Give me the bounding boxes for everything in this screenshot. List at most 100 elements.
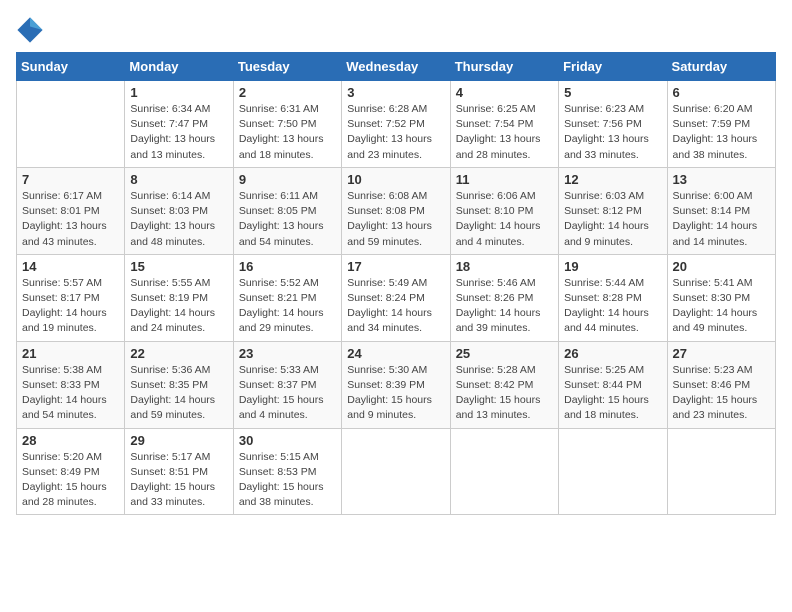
day-info: Sunrise: 5:23 AM Sunset: 8:46 PM Dayligh… (673, 363, 770, 424)
day-cell (342, 428, 450, 515)
day-cell: 24 Sunrise: 5:30 AM Sunset: 8:39 PM Dayli… (342, 341, 450, 428)
week-row-5: 28 Sunrise: 5:20 AM Sunset: 8:49 PM Dayli… (17, 428, 776, 515)
day-info: Sunrise: 5:49 AM Sunset: 8:24 PM Dayligh… (347, 276, 444, 337)
day-cell: 30 Sunrise: 5:15 AM Sunset: 8:53 PM Dayli… (233, 428, 341, 515)
day-cell: 28 Sunrise: 5:20 AM Sunset: 8:49 PM Dayli… (17, 428, 125, 515)
logo (16, 16, 48, 44)
calendar-header: SundayMondayTuesdayWednesdayThursdayFrid… (17, 53, 776, 81)
day-number: 30 (239, 433, 336, 448)
header-day-sunday: Sunday (17, 53, 125, 81)
day-cell: 12Sunrise: 6:03 AM Sunset: 8:12 PM Dayli… (559, 167, 667, 254)
day-number: 18 (456, 259, 553, 274)
day-info: Sunrise: 6:31 AM Sunset: 7:50 PM Dayligh… (239, 102, 336, 163)
day-number: 5 (564, 85, 661, 100)
day-number: 8 (130, 172, 227, 187)
day-cell: 9 Sunrise: 6:11 AM Sunset: 8:05 PM Daylig… (233, 167, 341, 254)
day-info: Sunrise: 6:23 AM Sunset: 7:56 PM Dayligh… (564, 102, 661, 163)
day-cell (667, 428, 775, 515)
day-cell: 13 Sunrise: 6:00 AM Sunset: 8:14 PM Dayli… (667, 167, 775, 254)
day-number: 20 (673, 259, 770, 274)
day-cell: 7 Sunrise: 6:17 AM Sunset: 8:01 PM Daylig… (17, 167, 125, 254)
day-number: 27 (673, 346, 770, 361)
day-number: 26 (564, 346, 661, 361)
day-cell: 10 Sunrise: 6:08 AM Sunset: 8:08 PM Dayli… (342, 167, 450, 254)
day-cell: 15 Sunrise: 5:55 AM Sunset: 8:19 PM Dayli… (125, 254, 233, 341)
day-number: 21 (22, 346, 119, 361)
week-row-4: 21 Sunrise: 5:38 AM Sunset: 8:33 PM Dayli… (17, 341, 776, 428)
day-info: Sunrise: 5:33 AM Sunset: 8:37 PM Dayligh… (239, 363, 336, 424)
day-info: Sunrise: 6:25 AM Sunset: 7:54 PM Dayligh… (456, 102, 553, 163)
day-info: Sunrise: 6:00 AM Sunset: 8:14 PM Dayligh… (673, 189, 770, 250)
day-cell: 2Sunrise: 6:31 AM Sunset: 7:50 PM Daylig… (233, 81, 341, 168)
day-number: 13 (673, 172, 770, 187)
day-number: 28 (22, 433, 119, 448)
day-info: Sunrise: 5:57 AM Sunset: 8:17 PM Dayligh… (22, 276, 119, 337)
header-day-saturday: Saturday (667, 53, 775, 81)
day-cell (450, 428, 558, 515)
day-number: 9 (239, 172, 336, 187)
day-cell: 6Sunrise: 6:20 AM Sunset: 7:59 PM Daylig… (667, 81, 775, 168)
day-cell: 26 Sunrise: 5:25 AM Sunset: 8:44 PM Dayli… (559, 341, 667, 428)
day-info: Sunrise: 5:25 AM Sunset: 8:44 PM Dayligh… (564, 363, 661, 424)
day-number: 24 (347, 346, 444, 361)
day-info: Sunrise: 6:17 AM Sunset: 8:01 PM Dayligh… (22, 189, 119, 250)
day-info: Sunrise: 5:55 AM Sunset: 8:19 PM Dayligh… (130, 276, 227, 337)
day-number: 7 (22, 172, 119, 187)
day-number: 3 (347, 85, 444, 100)
header-day-thursday: Thursday (450, 53, 558, 81)
day-info: Sunrise: 6:34 AM Sunset: 7:47 PM Dayligh… (130, 102, 227, 163)
day-cell (17, 81, 125, 168)
day-cell: 27 Sunrise: 5:23 AM Sunset: 8:46 PM Dayli… (667, 341, 775, 428)
day-number: 12 (564, 172, 661, 187)
day-info: Sunrise: 5:38 AM Sunset: 8:33 PM Dayligh… (22, 363, 119, 424)
day-info: Sunrise: 5:17 AM Sunset: 8:51 PM Dayligh… (130, 450, 227, 511)
day-info: Sunrise: 5:15 AM Sunset: 8:53 PM Dayligh… (239, 450, 336, 511)
day-cell: 1Sunrise: 6:34 AM Sunset: 7:47 PM Daylig… (125, 81, 233, 168)
header-day-monday: Monday (125, 53, 233, 81)
day-info: Sunrise: 5:36 AM Sunset: 8:35 PM Dayligh… (130, 363, 227, 424)
day-number: 4 (456, 85, 553, 100)
day-cell: 11 Sunrise: 6:06 AM Sunset: 8:10 PM Dayli… (450, 167, 558, 254)
day-info: Sunrise: 5:20 AM Sunset: 8:49 PM Dayligh… (22, 450, 119, 511)
day-cell: 17 Sunrise: 5:49 AM Sunset: 8:24 PM Dayli… (342, 254, 450, 341)
day-info: Sunrise: 5:30 AM Sunset: 8:39 PM Dayligh… (347, 363, 444, 424)
day-info: Sunrise: 5:52 AM Sunset: 8:21 PM Dayligh… (239, 276, 336, 337)
day-cell: 22 Sunrise: 5:36 AM Sunset: 8:35 PM Dayli… (125, 341, 233, 428)
header-day-wednesday: Wednesday (342, 53, 450, 81)
day-info: Sunrise: 5:41 AM Sunset: 8:30 PM Dayligh… (673, 276, 770, 337)
header-day-friday: Friday (559, 53, 667, 81)
day-info: Sunrise: 6:08 AM Sunset: 8:08 PM Dayligh… (347, 189, 444, 250)
week-row-3: 14Sunrise: 5:57 AM Sunset: 8:17 PM Dayli… (17, 254, 776, 341)
day-cell: 4 Sunrise: 6:25 AM Sunset: 7:54 PM Daylig… (450, 81, 558, 168)
day-cell: 19Sunrise: 5:44 AM Sunset: 8:28 PM Dayli… (559, 254, 667, 341)
calendar-body: 1Sunrise: 6:34 AM Sunset: 7:47 PM Daylig… (17, 81, 776, 515)
week-row-1: 1Sunrise: 6:34 AM Sunset: 7:47 PM Daylig… (17, 81, 776, 168)
day-info: Sunrise: 6:11 AM Sunset: 8:05 PM Dayligh… (239, 189, 336, 250)
day-cell: 8 Sunrise: 6:14 AM Sunset: 8:03 PM Daylig… (125, 167, 233, 254)
day-info: Sunrise: 6:06 AM Sunset: 8:10 PM Dayligh… (456, 189, 553, 250)
day-cell: 16 Sunrise: 5:52 AM Sunset: 8:21 PM Dayli… (233, 254, 341, 341)
day-cell: 21 Sunrise: 5:38 AM Sunset: 8:33 PM Dayli… (17, 341, 125, 428)
page-header (16, 16, 776, 44)
day-number: 10 (347, 172, 444, 187)
day-info: Sunrise: 6:20 AM Sunset: 7:59 PM Dayligh… (673, 102, 770, 163)
day-number: 15 (130, 259, 227, 274)
header-row: SundayMondayTuesdayWednesdayThursdayFrid… (17, 53, 776, 81)
day-info: Sunrise: 6:14 AM Sunset: 8:03 PM Dayligh… (130, 189, 227, 250)
day-number: 22 (130, 346, 227, 361)
day-number: 11 (456, 172, 553, 187)
day-number: 29 (130, 433, 227, 448)
day-cell: 18Sunrise: 5:46 AM Sunset: 8:26 PM Dayli… (450, 254, 558, 341)
day-info: Sunrise: 5:44 AM Sunset: 8:28 PM Dayligh… (564, 276, 661, 337)
day-number: 17 (347, 259, 444, 274)
calendar-table: SundayMondayTuesdayWednesdayThursdayFrid… (16, 52, 776, 515)
week-row-2: 7 Sunrise: 6:17 AM Sunset: 8:01 PM Daylig… (17, 167, 776, 254)
day-cell: 14Sunrise: 5:57 AM Sunset: 8:17 PM Dayli… (17, 254, 125, 341)
day-number: 23 (239, 346, 336, 361)
day-number: 25 (456, 346, 553, 361)
day-cell: 3Sunrise: 6:28 AM Sunset: 7:52 PM Daylig… (342, 81, 450, 168)
day-cell: 20 Sunrise: 5:41 AM Sunset: 8:30 PM Dayli… (667, 254, 775, 341)
header-day-tuesday: Tuesday (233, 53, 341, 81)
day-cell (559, 428, 667, 515)
day-number: 16 (239, 259, 336, 274)
